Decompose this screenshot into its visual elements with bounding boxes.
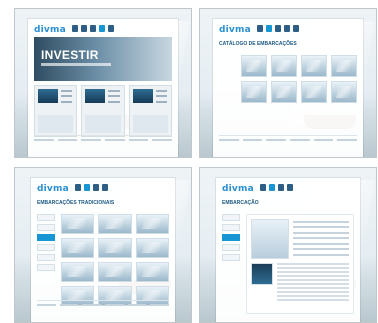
top-navigation	[75, 184, 169, 191]
nav-item[interactable]	[72, 25, 78, 32]
boat-tile[interactable]	[241, 81, 267, 103]
sidebar-item[interactable]	[37, 214, 55, 221]
screenshot-collage: divma INVESTIR divma CATÁLOGO DE EMBARCA…	[0, 0, 378, 323]
nav-item[interactable]	[257, 25, 263, 32]
boat-tile[interactable]	[135, 262, 169, 282]
boat-tile[interactable]	[135, 214, 169, 234]
boat-tile[interactable]	[271, 81, 297, 103]
boat-tile[interactable]	[331, 81, 357, 103]
hero-subtitle-bar	[41, 63, 111, 66]
catalog-grid	[241, 55, 357, 103]
page-frame: divma EMBARCAÇÕES TRADICIONAIS	[31, 178, 175, 322]
sidebar-item[interactable]	[37, 244, 55, 251]
page-title: EMBARCAÇÃO	[222, 200, 259, 206]
content-block[interactable]	[34, 85, 78, 137]
website-preview-detail: divma EMBARCAÇÃO	[199, 167, 377, 323]
left-sidebar	[37, 214, 55, 314]
content-block[interactable]	[128, 85, 172, 137]
boat-tile[interactable]	[61, 262, 95, 282]
page-title: CATÁLOGO DE EMBARCAÇÕES	[219, 41, 297, 47]
nav-item-active[interactable]	[266, 25, 272, 32]
boat-tile[interactable]	[241, 55, 267, 77]
boat-tile[interactable]	[135, 238, 169, 258]
text-lines	[155, 90, 167, 104]
nav-item[interactable]	[275, 25, 281, 32]
nav-item[interactable]	[284, 25, 290, 32]
text-lines	[61, 90, 73, 104]
logo-text: divma	[34, 25, 66, 35]
logo-text: divma	[222, 184, 254, 194]
website-preview-catalog: divma CATÁLOGO DE EMBARCAÇÕES	[199, 8, 377, 158]
footer	[34, 135, 172, 151]
nav-item[interactable]	[81, 25, 87, 32]
footer	[37, 300, 169, 316]
text-lines	[108, 90, 120, 104]
site-logo[interactable]: divma	[219, 25, 251, 35]
site-logo[interactable]: divma	[222, 184, 254, 194]
content-block[interactable]	[81, 85, 125, 137]
hero-title: INVESTIR	[41, 48, 99, 62]
home-content-blocks	[34, 85, 172, 137]
nav-item-active[interactable]	[269, 184, 275, 191]
sidebar-item[interactable]	[37, 224, 55, 231]
spec-table	[293, 221, 349, 257]
nav-item[interactable]	[260, 184, 266, 191]
location-map[interactable]	[251, 263, 273, 285]
nav-item[interactable]	[93, 184, 99, 191]
description-text	[277, 263, 349, 307]
page-title: EMBARCAÇÕES TRADICIONAIS	[37, 200, 115, 206]
boat-tile[interactable]	[61, 214, 95, 234]
nav-item[interactable]	[287, 184, 293, 191]
thumbnail-image	[85, 89, 106, 103]
nav-item[interactable]	[75, 184, 81, 191]
mini-strip	[38, 115, 74, 133]
page-frame: divma INVESTIR	[28, 19, 178, 157]
thumbnail-image	[38, 89, 58, 103]
site-logo[interactable]: divma	[34, 25, 66, 35]
sidebar-item-active[interactable]	[37, 234, 55, 241]
website-preview-home: divma INVESTIR	[14, 8, 192, 158]
boat-tile[interactable]	[271, 55, 297, 77]
boat-tile[interactable]	[301, 81, 327, 103]
website-preview-listing: divma EMBARCAÇÕES TRADICIONAIS	[14, 167, 192, 323]
thumbnail-image	[132, 89, 153, 103]
nav-item[interactable]	[293, 25, 299, 32]
nav-item[interactable]	[108, 25, 114, 32]
boat-tile[interactable]	[98, 262, 132, 282]
listing-grid	[61, 214, 169, 306]
top-navigation	[257, 25, 357, 32]
logo-text: divma	[219, 25, 251, 35]
nav-item[interactable]	[102, 184, 108, 191]
left-sidebar	[222, 214, 240, 314]
sidebar-item[interactable]	[37, 264, 55, 271]
boat-tile[interactable]	[61, 238, 95, 258]
nav-item[interactable]	[278, 184, 284, 191]
top-navigation	[260, 184, 354, 191]
boat-photo[interactable]	[251, 219, 289, 259]
mini-strip	[132, 115, 168, 133]
page-frame: divma EMBARCAÇÃO	[216, 178, 360, 322]
detail-article	[246, 214, 354, 314]
page-frame: divma CATÁLOGO DE EMBARCAÇÕES	[213, 19, 363, 157]
sidebar-item[interactable]	[222, 254, 240, 261]
site-logo[interactable]: divma	[37, 184, 69, 194]
sidebar-item[interactable]	[222, 244, 240, 251]
sidebar-item[interactable]	[37, 254, 55, 261]
footer	[219, 135, 357, 151]
logo-text: divma	[37, 184, 69, 194]
sidebar-item-active[interactable]	[222, 234, 240, 241]
boat-tile[interactable]	[98, 214, 132, 234]
top-navigation	[72, 25, 172, 32]
boat-tile[interactable]	[98, 238, 132, 258]
boat-tile[interactable]	[301, 55, 327, 77]
boat-tile[interactable]	[331, 55, 357, 77]
nav-item-active[interactable]	[99, 25, 105, 32]
nav-item-active[interactable]	[84, 184, 90, 191]
hero-banner: INVESTIR	[34, 37, 172, 81]
sidebar-item[interactable]	[222, 214, 240, 221]
mini-strip	[85, 115, 121, 133]
nav-item[interactable]	[90, 25, 96, 32]
sidebar-item[interactable]	[222, 224, 240, 231]
